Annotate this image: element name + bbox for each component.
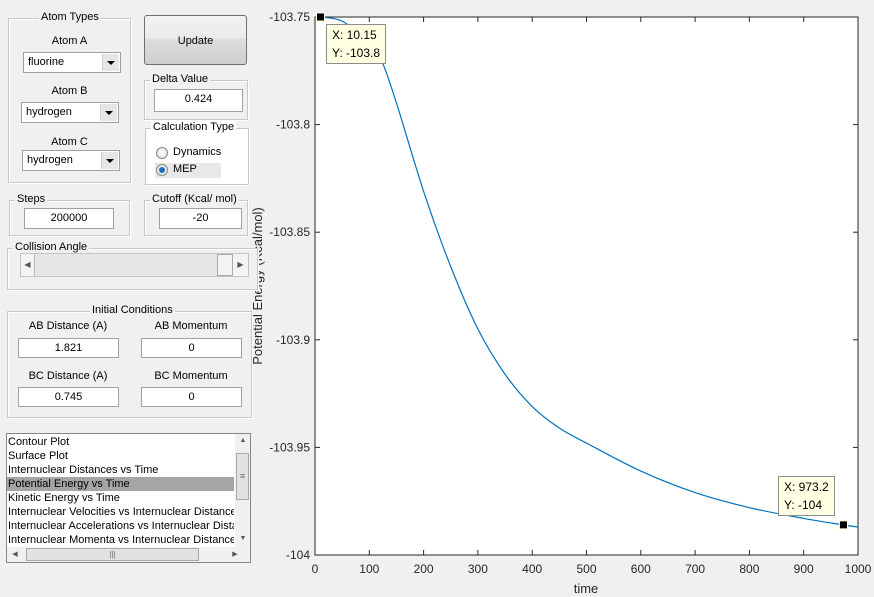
atom-b-select[interactable]: hydrogen xyxy=(21,102,119,123)
ab-distance-input[interactable]: 1.821 xyxy=(18,338,119,358)
list-item[interactable]: Contour Plot xyxy=(7,435,234,449)
group-title: Steps xyxy=(15,193,48,205)
initial-conditions-group: Initial Conditions AB Distance (A) AB Mo… xyxy=(7,304,252,418)
radio-label: MEP xyxy=(173,163,197,175)
slider-thumb[interactable] xyxy=(217,254,233,276)
update-button[interactable]: Update xyxy=(144,15,247,65)
group-title: Collision Angle xyxy=(13,241,90,253)
collision-angle-slider[interactable]: ◀ ▶ xyxy=(20,253,249,277)
atom-a-label: Atom A xyxy=(51,35,88,47)
x-tick-label: 200 xyxy=(414,562,434,576)
group-title: Calculation Type xyxy=(151,121,237,133)
chevron-down-icon[interactable] xyxy=(102,54,119,71)
datatip-marker[interactable] xyxy=(838,520,848,530)
x-tick-label: 100 xyxy=(359,562,379,576)
x-tick-label: 400 xyxy=(522,562,542,576)
radio-label: Dynamics xyxy=(173,146,222,158)
x-tick-label: 900 xyxy=(794,562,814,576)
cutoff-group: Cutoff (Kcal/ mol) -20 xyxy=(144,193,248,236)
steps-input[interactable]: 200000 xyxy=(24,208,114,229)
datatip-x: X: 10.15 xyxy=(332,28,377,42)
x-tick-label: 500 xyxy=(576,562,596,576)
scroll-right-icon[interactable]: ▶ xyxy=(227,547,243,562)
calculation-type-group: Calculation Type Dynamics MEP xyxy=(145,121,249,185)
radio-dynamics[interactable]: Dynamics xyxy=(155,146,225,161)
atom-types-group: Atom Types Atom A fluorine Atom B hydrog… xyxy=(8,11,131,183)
atom-a-select[interactable]: fluorine xyxy=(23,52,121,73)
ab-momentum-input[interactable]: 0 xyxy=(141,338,242,358)
bc-distance-input[interactable]: 0.745 xyxy=(18,387,119,407)
bc-momentum-label: BC Momentum xyxy=(154,370,228,382)
group-title: Delta Value xyxy=(150,73,211,85)
list-item[interactable]: Internuclear Accelerations vs Internucle… xyxy=(7,519,234,533)
y-tick-label: -103.95 xyxy=(269,440,310,454)
atom-c-label: Atom C xyxy=(51,136,88,148)
x-tick-label: 1000 xyxy=(845,562,872,576)
datatip-2[interactable]: X: 973.2 Y: -104 xyxy=(778,476,835,516)
radio-mep[interactable]: MEP xyxy=(155,163,221,178)
scrollbar-thumb[interactable]: ||| xyxy=(26,548,199,561)
x-axis-label: time xyxy=(574,581,599,596)
bc-momentum-input[interactable]: 0 xyxy=(141,387,242,407)
ab-distance-label: AB Distance (A) xyxy=(28,320,108,332)
datatip-marker[interactable] xyxy=(316,12,326,22)
x-tick-label: 800 xyxy=(739,562,759,576)
x-tick-label: 600 xyxy=(631,562,651,576)
atom-b-label: Atom B xyxy=(51,85,88,97)
datatip-y: Y: -103.8 xyxy=(332,46,381,60)
delta-value-group: Delta Value 0.424 xyxy=(144,73,248,120)
scrollbar-thumb[interactable]: ≡ xyxy=(236,453,249,500)
selected-value: hydrogen xyxy=(26,106,72,118)
datatip-x: X: 973.2 xyxy=(784,480,829,494)
collision-angle-group: Collision Angle ◀ ▶ xyxy=(7,241,258,290)
x-tick-label: 0 xyxy=(312,562,319,576)
selected-value: hydrogen xyxy=(27,154,73,166)
y-tick-label: -103.9 xyxy=(276,333,310,347)
group-title: Initial Conditions xyxy=(90,304,175,316)
plot-area xyxy=(314,16,859,556)
datatip-y: Y: -104 xyxy=(784,498,823,512)
list-item[interactable]: Internuclear Velocities vs Internuclear … xyxy=(7,505,234,519)
chevron-down-icon[interactable] xyxy=(100,104,117,121)
list-item[interactable]: Internuclear Momenta vs Internuclear Dis… xyxy=(7,533,234,547)
atom-c-select[interactable]: hydrogen xyxy=(22,150,120,171)
bc-distance-label: BC Distance (A) xyxy=(28,370,108,382)
list-item[interactable]: Kinetic Energy vs Time xyxy=(7,491,234,505)
group-title: Atom Types xyxy=(39,11,101,23)
y-tick-label: -103.85 xyxy=(269,225,310,239)
slider-left-arrow-icon[interactable]: ◀ xyxy=(21,254,35,276)
radio-button[interactable] xyxy=(156,164,168,176)
group-title: Cutoff (Kcal/ mol) xyxy=(150,193,239,205)
selected-value: fluorine xyxy=(28,56,65,68)
cutoff-input[interactable]: -20 xyxy=(159,208,242,229)
list-item[interactable]: Surface Plot xyxy=(7,449,234,463)
x-tick-label: 700 xyxy=(685,562,705,576)
scroll-left-icon[interactable]: ◀ xyxy=(7,547,23,562)
x-tick-label: 300 xyxy=(468,562,488,576)
chevron-down-icon[interactable] xyxy=(101,152,118,169)
scroll-up-icon[interactable]: ▲ xyxy=(235,434,250,448)
ab-momentum-label: AB Momentum xyxy=(154,320,228,332)
datatip-1[interactable]: X: 10.15 Y: -103.8 xyxy=(326,24,387,64)
scroll-down-icon[interactable]: ▼ xyxy=(235,532,250,546)
y-tick-label: -103.8 xyxy=(276,118,310,132)
y-tick-label: -103.75 xyxy=(269,10,310,24)
list-item[interactable]: Potential Energy vs Time xyxy=(7,477,234,491)
horizontal-scrollbar[interactable]: ◀ ||| ▶ xyxy=(7,547,250,562)
y-tick-label: -104 xyxy=(286,548,310,562)
list-item[interactable]: Internuclear Distances vs Time xyxy=(7,463,234,477)
delta-value-input[interactable]: 0.424 xyxy=(154,89,243,112)
radio-button[interactable] xyxy=(156,147,168,159)
vertical-scrollbar[interactable]: ▲ ≡ ▼ xyxy=(235,434,250,547)
plot-type-listbox[interactable]: Contour Plot Surface Plot Internuclear Dis… xyxy=(6,433,251,563)
steps-group: Steps 200000 xyxy=(9,193,130,236)
slider-right-arrow-icon[interactable]: ▶ xyxy=(232,254,248,276)
